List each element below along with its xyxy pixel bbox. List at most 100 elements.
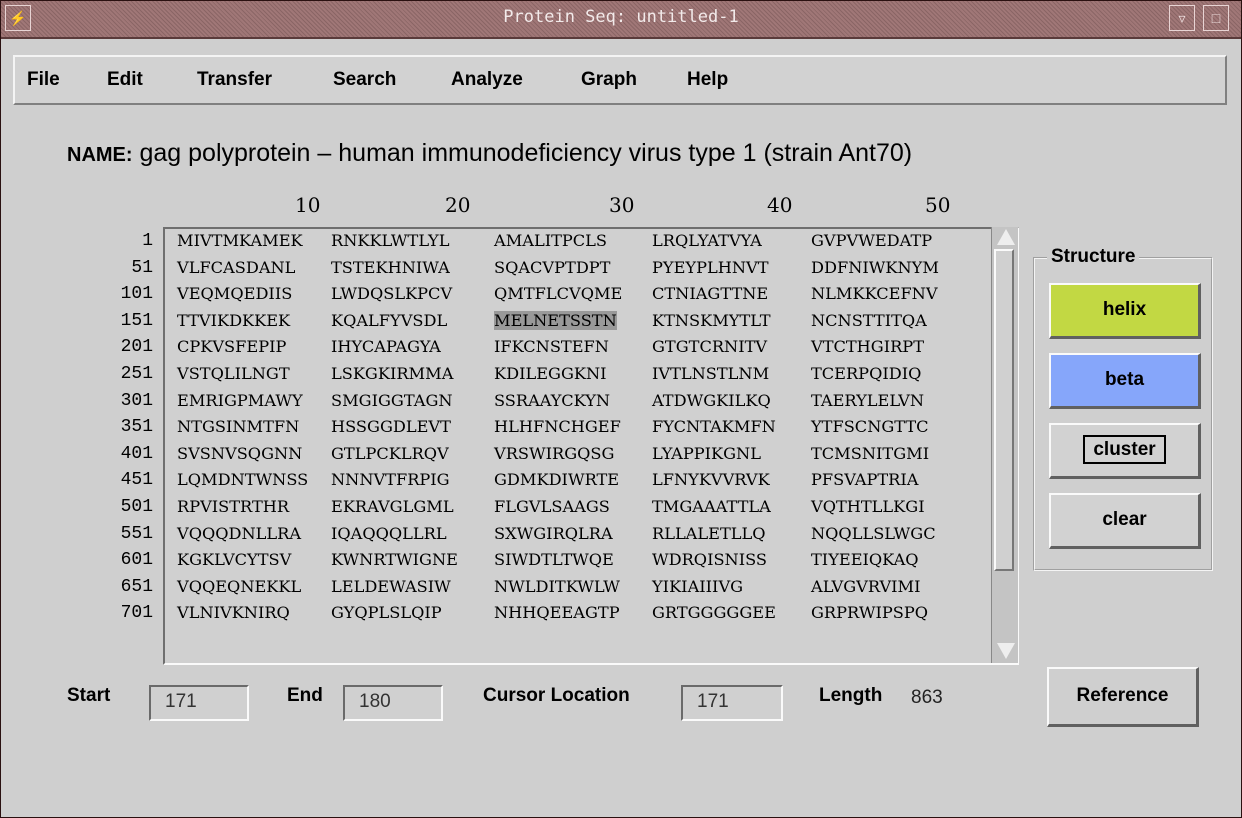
- sequence-block[interactable]: GTGTCRNITV: [652, 337, 767, 356]
- sequence-block[interactable]: IFKCNSTEFN: [494, 337, 609, 356]
- row-number: 651: [120, 576, 153, 597]
- sequence-block[interactable]: PFSVAPTRIA: [811, 470, 918, 489]
- reference-button[interactable]: Reference: [1047, 667, 1199, 727]
- sequence-block[interactable]: VSTQLILNGT: [177, 364, 290, 383]
- cursor-location-field[interactable]: 171: [681, 685, 783, 721]
- title-bar[interactable]: ⚡ Protein Seq: untitled-1 ▿ □: [1, 1, 1241, 39]
- sequence-block[interactable]: SVSNVSQGNN: [177, 444, 302, 463]
- sequence-block[interactable]: VRSWIRGQSG: [494, 444, 614, 463]
- sequence-block[interactable]: VQQEQNEKKL: [177, 577, 301, 596]
- sequence-block[interactable]: IQAQQQLLRL: [331, 524, 447, 543]
- sequence-block[interactable]: LELDEWASIW: [331, 577, 451, 596]
- sequence-block[interactable]: DDFNIWKNYM: [811, 258, 939, 277]
- sequence-block[interactable]: SMGIGGTAGN: [331, 391, 453, 410]
- start-field[interactable]: 171: [149, 685, 249, 721]
- sequence-block[interactable]: VEQMQEDIIS: [177, 284, 292, 303]
- ruler-tick: 20: [445, 193, 471, 217]
- sequence-block[interactable]: WDRQISNISS: [652, 550, 767, 569]
- sequence-block[interactable]: LSKGKIRMMA: [331, 364, 453, 383]
- menu-graph[interactable]: Graph: [581, 69, 637, 91]
- sequence-block[interactable]: YTFSCNGTTC: [811, 417, 929, 436]
- sequence-block[interactable]: LFNYKVVRVK: [652, 470, 770, 489]
- sequence-block[interactable]: KDILEGGKNI: [494, 364, 607, 383]
- scroll-up-arrow-icon[interactable]: [997, 229, 1015, 245]
- sequence-block[interactable]: FYCNTAKMFN: [652, 417, 776, 436]
- sequence-block[interactable]: NLMKKCEFNV: [811, 284, 938, 303]
- minimize-icon[interactable]: ▿: [1169, 5, 1195, 31]
- sequence-block[interactable]: ALVGVRVIMI: [811, 577, 921, 596]
- sequence-block[interactable]: GYQPLSLQIP: [331, 603, 442, 622]
- helix-button[interactable]: helix: [1049, 283, 1201, 339]
- sequence-block[interactable]: NNNVTFRPIG: [331, 470, 450, 489]
- sequence-block[interactable]: KQALFYVSDL: [331, 311, 447, 330]
- sequence-block[interactable]: NCNSTTITQA: [811, 311, 927, 330]
- sequence-block[interactable]: LYAPPIKGNL: [652, 444, 761, 463]
- sequence-block[interactable]: GRPRWIPSPQ: [811, 603, 928, 622]
- selected-sequence-block[interactable]: MELNETSSTN: [494, 310, 617, 330]
- sequence-block[interactable]: VLNIVKNIRQ: [177, 603, 290, 622]
- sequence-block[interactable]: NHHQEEAGTP: [494, 603, 620, 622]
- sequence-block[interactable]: CPKVSFEPIP: [177, 337, 286, 356]
- sequence-block[interactable]: KGKLVCYTSV: [177, 550, 291, 569]
- sequence-block[interactable]: VQQQDNLLRA: [177, 524, 301, 543]
- scroll-down-arrow-icon[interactable]: [997, 643, 1015, 659]
- sequence-block[interactable]: KTNSKMYTLT: [652, 311, 771, 330]
- sequence-block[interactable]: TTVIKDKKEK: [177, 311, 290, 330]
- sequence-block[interactable]: PYEYPLHNVT: [652, 258, 769, 277]
- sequence-block[interactable]: SIWDTLTWQE: [494, 550, 614, 569]
- beta-button[interactable]: beta: [1049, 353, 1201, 409]
- sequence-block[interactable]: TIYEEIQKAQ: [811, 550, 919, 569]
- menu-help[interactable]: Help: [687, 69, 728, 91]
- sequence-block[interactable]: RNKKLWTLYL: [331, 231, 449, 250]
- sequence-block[interactable]: TCMSNITGMI: [811, 444, 929, 463]
- sequence-block[interactable]: NQQLLSLWGC: [811, 524, 936, 543]
- sequence-block[interactable]: QMTFLCVQME: [494, 284, 622, 303]
- sequence-block[interactable]: TAERYLELVN: [811, 391, 924, 410]
- sequence-block[interactable]: GVPVWEDATP: [811, 231, 932, 250]
- sequence-block[interactable]: SQACVPTDPT: [494, 258, 610, 277]
- sequence-block[interactable]: GRTGGGGGEE: [652, 603, 776, 622]
- sequence-block[interactable]: FLGVLSAAGS: [494, 497, 610, 516]
- end-field[interactable]: 180: [343, 685, 443, 721]
- sequence-block[interactable]: VQTHTLLKGI: [811, 497, 925, 516]
- clear-button[interactable]: clear: [1049, 493, 1201, 549]
- sequence-block[interactable]: AMALITPCLS: [494, 231, 607, 250]
- sequence-block[interactable]: RLLALETLLQ: [652, 524, 766, 543]
- sequence-block[interactable]: IHYCAPAGYA: [331, 337, 441, 356]
- sequence-block[interactable]: NWLDITKWLW: [494, 577, 620, 596]
- sequence-block[interactable]: TMGAAATTLA: [652, 497, 771, 516]
- sequence-block[interactable]: IVTLNSTLNM: [652, 364, 769, 383]
- scroll-thumb[interactable]: [994, 249, 1014, 571]
- sequence-block[interactable]: KWNRTWIGNE: [331, 550, 458, 569]
- maximize-icon[interactable]: □: [1203, 5, 1229, 31]
- sequence-block[interactable]: YIKIAIIIVG: [652, 577, 743, 596]
- sequence-block[interactable]: LWDQSLKPCV: [331, 284, 452, 303]
- menu-file[interactable]: File: [27, 69, 60, 91]
- sequence-block[interactable]: GTLPCKLRQV: [331, 444, 449, 463]
- sequence-block[interactable]: SSRAAYCKYN: [494, 391, 610, 410]
- menu-analyze[interactable]: Analyze: [451, 69, 523, 91]
- sequence-block[interactable]: LRQLYATVYA: [652, 231, 762, 250]
- sequence-block[interactable]: HSSGGDLEVT: [331, 417, 451, 436]
- menu-search[interactable]: Search: [333, 69, 396, 91]
- cluster-button[interactable]: cluster: [1049, 423, 1201, 479]
- menu-edit[interactable]: Edit: [107, 69, 143, 91]
- sequence-block[interactable]: SXWGIRQLRA: [494, 524, 613, 543]
- sequence-block[interactable]: RPVISTRTHR: [177, 497, 289, 516]
- menu-transfer[interactable]: Transfer: [197, 69, 272, 91]
- sequence-block[interactable]: VTCTHGIRPT: [811, 337, 924, 356]
- row-number: 301: [120, 390, 153, 411]
- sequence-block[interactable]: TCERPQIDIQ: [811, 364, 921, 383]
- sequence-block[interactable]: NTGSINMTFN: [177, 417, 299, 436]
- sequence-block[interactable]: TSTEKHNIWA: [331, 258, 450, 277]
- sequence-block[interactable]: GDMKDIWRTE: [494, 470, 619, 489]
- sequence-block[interactable]: EMRIGPMAWY: [177, 391, 303, 410]
- sequence-block[interactable]: VLFCASDANL: [177, 258, 295, 277]
- sequence-block[interactable]: HLHFNCHGEF: [494, 417, 621, 436]
- sequence-block[interactable]: MIVTMKAMEK: [177, 231, 303, 250]
- sequence-block[interactable]: ATDWGKILKQ: [652, 391, 771, 410]
- sequence-block[interactable]: LQMDNTWNSS: [177, 470, 308, 489]
- sequence-block[interactable]: CTNIAGTTNE: [652, 284, 768, 303]
- sequence-block[interactable]: EKRAVGLGML: [331, 497, 454, 516]
- length-value: 863: [911, 687, 943, 708]
